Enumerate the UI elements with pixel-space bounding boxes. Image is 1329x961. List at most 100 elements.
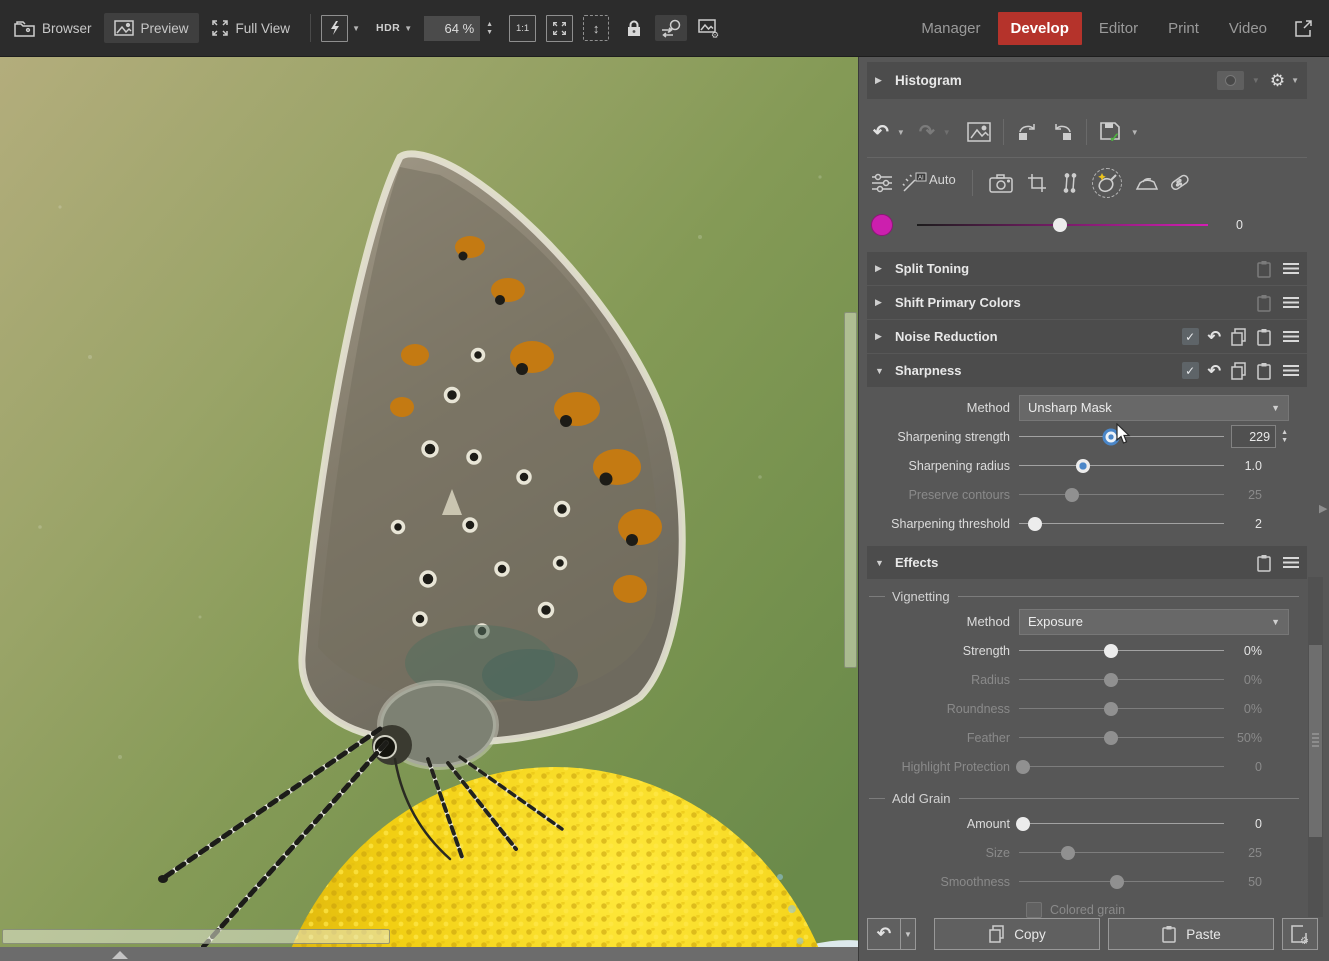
section-menu-icon[interactable] <box>1283 263 1299 275</box>
zoom-input[interactable]: 64 % <box>424 16 480 41</box>
collapse-icon[interactable]: ▼ <box>875 366 885 376</box>
hdr-dropdown-caret[interactable]: ▼ <box>404 24 412 33</box>
reset-icon[interactable]: ↶ <box>1208 361 1221 381</box>
gear-dropdown-caret[interactable]: ▼ <box>1291 76 1299 85</box>
tab-video[interactable]: Video <box>1216 12 1280 45</box>
color-slider-thumb[interactable] <box>1053 218 1067 232</box>
tab-print[interactable]: Print <box>1155 12 1212 45</box>
iron-deform-icon[interactable] <box>1135 174 1159 192</box>
batch-settings-button[interactable]: ⚙ <box>1282 918 1318 950</box>
sliders-icon[interactable] <box>871 173 893 193</box>
collapse-icon[interactable]: ▼ <box>875 558 885 568</box>
fit-to-screen-button[interactable] <box>546 15 573 42</box>
redo-dropdown-caret[interactable]: ▼ <box>943 128 951 137</box>
fit-width-button[interactable]: ↕ <box>583 15 609 41</box>
save-dropdown-caret[interactable]: ▼ <box>1131 128 1139 137</box>
sharpness-checkbox[interactable]: ✓ <box>1182 362 1199 379</box>
paste-icon[interactable] <box>1256 328 1272 346</box>
section-shift-primary-colors[interactable]: ▶ Shift Primary Colors <box>867 286 1307 319</box>
paste-icon[interactable] <box>1256 554 1272 572</box>
expand-icon[interactable]: ▶ <box>875 297 885 308</box>
undock-icon[interactable] <box>1294 19 1313 38</box>
section-menu-icon[interactable] <box>1283 557 1299 569</box>
section-effects[interactable]: ▼ Effects <box>867 546 1307 579</box>
tab-editor[interactable]: Editor <box>1086 12 1151 45</box>
preview-settings-button[interactable]: ⚙ <box>693 15 723 41</box>
section-menu-icon[interactable] <box>1283 331 1299 343</box>
photo-canvas[interactable] <box>0 57 858 947</box>
colored-grain-checkbox[interactable] <box>1026 902 1042 918</box>
crop-icon[interactable] <box>1027 173 1047 193</box>
sharpening-radius-slider[interactable] <box>1019 457 1224 475</box>
noise-reduction-checkbox[interactable]: ✓ <box>1182 328 1199 345</box>
paste-icon[interactable] <box>1256 260 1272 278</box>
undo-dropdown-button[interactable]: ▼ <box>900 918 916 950</box>
straighten-icon[interactable] <box>1061 173 1079 193</box>
slider-thumb[interactable] <box>1028 517 1042 531</box>
filmstrip-expand-triangle[interactable] <box>112 951 128 959</box>
undo-button[interactable]: ↶ <box>873 121 889 144</box>
redo-button[interactable]: ↷ <box>919 121 935 144</box>
full-view-button[interactable]: Full View <box>201 12 301 44</box>
flash-dropdown-caret[interactable]: ▼ <box>352 24 360 33</box>
sharpening-threshold-slider[interactable] <box>1019 515 1224 533</box>
panel-scrollbar-thumb[interactable] <box>1309 645 1322 837</box>
expand-icon[interactable]: ▶ <box>875 331 885 342</box>
save-icon[interactable]: ✓ <box>1099 121 1123 143</box>
paste-icon[interactable] <box>1256 294 1272 312</box>
rotate-right-icon[interactable] <box>1052 122 1074 142</box>
tab-manager[interactable]: Manager <box>908 12 993 45</box>
overlay-dropdown-caret[interactable]: ▼ <box>1252 76 1260 85</box>
histogram-header[interactable]: ▶ Histogram ▼ ⚙ ▼ <box>867 62 1307 99</box>
undo-dropdown-caret[interactable]: ▼ <box>897 128 905 137</box>
gear-icon[interactable]: ⚙ <box>1270 71 1285 91</box>
brush-color-swatch[interactable] <box>871 214 893 236</box>
filmstrip-collapsed-bar[interactable] <box>0 947 858 961</box>
zoom-stepper[interactable]: ▲▼ <box>486 22 493 35</box>
zoom-one-to-one-button[interactable]: 1:1 <box>509 15 536 42</box>
quick-edits-button[interactable]: ▼ <box>321 15 360 42</box>
rotate-left-icon[interactable] <box>1016 122 1038 142</box>
section-menu-icon[interactable] <box>1283 365 1299 377</box>
section-menu-icon[interactable] <box>1283 297 1299 309</box>
brush-color-slider[interactable] <box>917 218 1208 232</box>
vignetting-strength-slider[interactable] <box>1019 642 1224 660</box>
overlay-toggle-button[interactable] <box>1217 71 1244 90</box>
tab-develop[interactable]: Develop <box>998 12 1082 45</box>
copy-icon[interactable] <box>1230 362 1247 380</box>
slider-thumb[interactable] <box>1076 459 1090 473</box>
panel-collapse-arrow[interactable]: ▶ <box>1319 502 1327 515</box>
healing-bandage-icon[interactable] <box>1167 172 1191 194</box>
panel-scrollbar-track[interactable] <box>1308 577 1323 917</box>
auto-enhance-button[interactable]: AI Auto <box>901 172 956 194</box>
undo-adjustments-button[interactable]: ↶ <box>867 918 900 950</box>
grain-amount-slider[interactable] <box>1019 815 1224 833</box>
expand-icon[interactable]: ▶ <box>875 263 885 274</box>
ai-wand-icon: AI <box>901 172 927 194</box>
hdr-button[interactable]: HDR ▼ <box>376 22 412 34</box>
sharpening-strength-spinbox[interactable]: 229 ▲▼ <box>1224 425 1288 448</box>
sharpness-method-dropdown[interactable]: Unsharp Mask ▼ <box>1019 395 1289 421</box>
histogram-expand-icon[interactable]: ▶ <box>875 75 885 86</box>
copy-adjustments-button[interactable]: Copy <box>934 918 1100 950</box>
paste-icon[interactable] <box>1256 362 1272 380</box>
spin-arrows[interactable]: ▲▼ <box>1281 430 1288 443</box>
retouch-brush-button[interactable] <box>1095 171 1119 195</box>
section-split-toning[interactable]: ▶ Split Toning <box>867 252 1307 285</box>
paste-adjustments-button[interactable]: Paste <box>1108 918 1274 950</box>
copy-icon[interactable] <box>1230 328 1247 346</box>
lock-zoom-button[interactable] <box>621 15 647 41</box>
section-noise-reduction[interactable]: ▶ Noise Reduction ✓ ↶ <box>867 320 1307 353</box>
image-vertical-scrollbar[interactable] <box>844 312 857 668</box>
reset-icon[interactable]: ↶ <box>1208 327 1221 347</box>
white-balance-camera-icon[interactable] <box>989 174 1013 193</box>
compare-views-button[interactable] <box>655 15 687 41</box>
vignetting-method-dropdown[interactable]: Exposure ▼ <box>1019 609 1289 635</box>
browser-button[interactable]: Browser <box>4 13 102 44</box>
original-preview-icon[interactable] <box>967 122 991 142</box>
preview-button[interactable]: Preview <box>104 13 199 43</box>
section-sharpness[interactable]: ▼ Sharpness ✓ ↶ <box>867 354 1307 387</box>
image-horizontal-scrollbar[interactable] <box>2 929 390 944</box>
slider-thumb[interactable] <box>1016 817 1030 831</box>
slider-thumb[interactable] <box>1104 644 1118 658</box>
